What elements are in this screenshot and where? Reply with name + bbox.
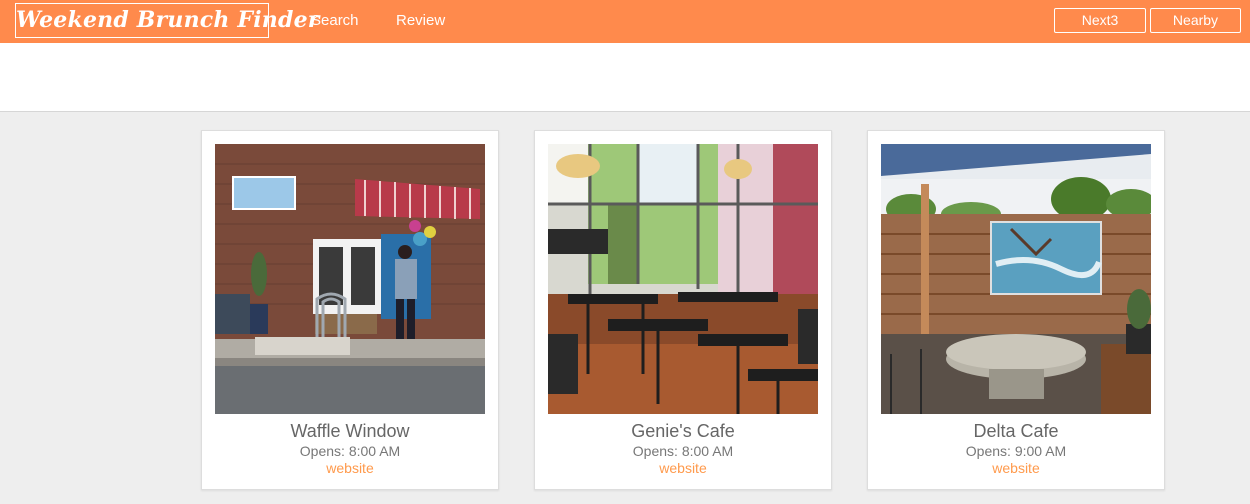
storefront-photo[interactable] bbox=[215, 144, 485, 414]
nav-link-review[interactable]: Review bbox=[396, 12, 445, 29]
restaurant-card: Delta Cafe Opens: 9:00 AM website bbox=[867, 130, 1165, 490]
patio-photo[interactable] bbox=[881, 144, 1151, 414]
next3-button[interactable]: Next3 bbox=[1054, 8, 1146, 33]
restaurant-interior-photo[interactable] bbox=[548, 144, 818, 414]
restaurant-name: Waffle Window bbox=[290, 421, 410, 441]
top-nav-bar: Weekend Brunch Finder Search Review Next… bbox=[0, 0, 1250, 43]
restaurant-card: Genie's Cafe Opens: 8:00 AM website bbox=[534, 130, 832, 490]
website-link[interactable]: website bbox=[868, 460, 1164, 476]
restaurant-name: Delta Cafe bbox=[973, 421, 1059, 441]
restaurant-name: Genie's Cafe bbox=[631, 421, 735, 441]
restaurant-card: Waffle Window Opens: 8:00 AM website bbox=[201, 130, 499, 490]
nearby-button[interactable]: Nearby bbox=[1150, 8, 1241, 33]
website-link[interactable]: website bbox=[535, 460, 831, 476]
sub-header bbox=[0, 43, 1250, 112]
nav-link-search[interactable]: Search bbox=[311, 12, 359, 29]
opening-hours: Opens: 9:00 AM bbox=[965, 443, 1067, 459]
opening-hours: Opens: 8:00 AM bbox=[632, 443, 734, 459]
website-link[interactable]: website bbox=[202, 460, 498, 476]
opening-hours: Opens: 8:00 AM bbox=[299, 443, 401, 459]
brand-logo[interactable]: Weekend Brunch Finder bbox=[15, 3, 319, 38]
